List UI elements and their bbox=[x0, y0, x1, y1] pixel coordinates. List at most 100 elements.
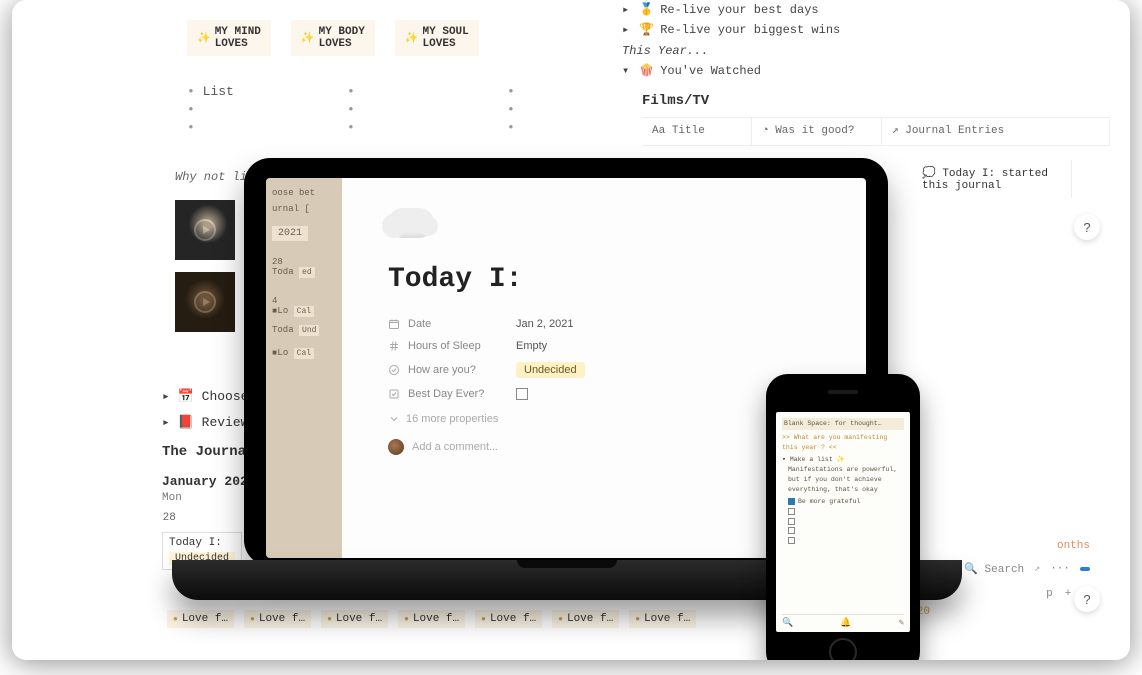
love-chip: Love f… bbox=[321, 610, 388, 628]
phone-line: everything, that's okay bbox=[782, 485, 904, 495]
checkbox-icon[interactable] bbox=[788, 537, 795, 544]
love-chip: Love f… bbox=[475, 610, 542, 628]
search-button[interactable]: 🔍 Search bbox=[964, 562, 1024, 576]
mini-row: Toda Und bbox=[272, 325, 336, 336]
mind-loves-header: ✨MY MIND LOVES bbox=[187, 20, 271, 56]
hash-icon bbox=[388, 340, 400, 352]
add-row[interactable]: + bbox=[1065, 588, 1072, 600]
checked-box-icon[interactable] bbox=[788, 498, 795, 505]
home-button[interactable] bbox=[829, 638, 857, 660]
sparkle-icon: ✨ bbox=[405, 31, 419, 45]
how-value[interactable]: Undecided bbox=[516, 362, 585, 378]
checkbox-icon[interactable] bbox=[788, 527, 795, 534]
love-chip: Love f… bbox=[167, 610, 234, 628]
col-good[interactable]: ◔ Was it good? bbox=[752, 118, 882, 145]
sparkle-icon: ✨ bbox=[197, 31, 211, 45]
album-thumbnail[interactable] bbox=[175, 200, 235, 260]
list-item[interactable] bbox=[187, 120, 287, 134]
phone-speaker bbox=[828, 390, 858, 394]
nav-choose[interactable]: 📅 Choose bbox=[162, 384, 248, 410]
list-item[interactable] bbox=[507, 120, 607, 134]
mini-row: 28 Toda ed bbox=[272, 257, 336, 278]
prop-date[interactable]: Date Jan 2, 2021 bbox=[388, 313, 826, 335]
films-header: Films/TV bbox=[642, 90, 1110, 114]
body-loves-list[interactable] bbox=[347, 84, 447, 138]
phone-line: >> What are you manifesting bbox=[782, 433, 904, 443]
phone-toggle-line[interactable]: ▾ Make a list ✨ bbox=[782, 455, 904, 465]
search-icon[interactable]: 🔍 bbox=[782, 618, 793, 628]
sidebar-fragment: urnal [ bbox=[272, 204, 336, 214]
prop-howareyou[interactable]: How are you? Undecided bbox=[388, 357, 826, 383]
dow-label: Mon bbox=[162, 492, 182, 504]
album-art bbox=[175, 200, 235, 260]
phone-checklist-item[interactable] bbox=[782, 527, 904, 537]
phone-line: this year ? << bbox=[782, 443, 904, 453]
phone-checklist-item[interactable] bbox=[782, 536, 904, 546]
nav-review[interactable]: 📕 Review bbox=[162, 410, 248, 436]
help-button[interactable]: ? bbox=[1074, 214, 1100, 240]
phone-line: Manifestations are powerful, bbox=[782, 465, 904, 475]
date-28[interactable]: 28 bbox=[162, 512, 176, 524]
laptop-sidebar: oose bet urnal [ 2021 28 Toda ed 4 ◾Lo C… bbox=[266, 178, 342, 558]
checkbox-icon[interactable] bbox=[788, 518, 795, 525]
this-year-heading: This Year... bbox=[622, 41, 1110, 61]
phone-checklist-item[interactable] bbox=[782, 507, 904, 517]
body-loves-header: ✨MY BODY LOVES bbox=[291, 20, 375, 56]
love-chip: Love f… bbox=[629, 610, 696, 628]
mind-loves-list[interactable]: List bbox=[187, 84, 287, 138]
col-entries[interactable]: ↗ Journal Entries bbox=[882, 118, 1110, 145]
list-item[interactable]: List bbox=[187, 84, 287, 98]
year-pill[interactable]: 2021 bbox=[272, 226, 308, 241]
phone-line[interactable]: Blank Space: for thought… bbox=[782, 418, 904, 430]
films-table-header: Aa Title ◔ Was it good? ↗ Journal Entrie… bbox=[642, 117, 1110, 146]
loves-headers: ✨MY MIND LOVES ✨MY BODY LOVES ✨MY SOUL L… bbox=[187, 20, 479, 56]
select-icon bbox=[388, 364, 400, 376]
phone-checklist-item[interactable]: Be more grateful bbox=[782, 497, 904, 507]
love-feelings-row: Love f… Love f… Love f… Love f… Love f… … bbox=[167, 610, 696, 628]
laptop-notch bbox=[517, 560, 617, 568]
bestday-checkbox[interactable] bbox=[516, 388, 528, 400]
checkbox-icon[interactable] bbox=[788, 508, 795, 515]
calendar-fragment: Mon 28 bbox=[162, 492, 182, 524]
months-label[interactable]: onths bbox=[1057, 540, 1090, 552]
relive-biggest-wins[interactable]: 🏆 Re-live your biggest wins bbox=[622, 20, 1110, 40]
list-item[interactable] bbox=[507, 84, 607, 98]
right-meta: onths bbox=[1057, 540, 1090, 552]
list-item[interactable] bbox=[347, 120, 447, 134]
sleep-value[interactable]: Empty bbox=[516, 340, 547, 352]
journal-heading: The Journa bbox=[162, 444, 246, 460]
add-comment[interactable]: Add a comment... bbox=[388, 439, 826, 455]
phone-checklist-item[interactable] bbox=[782, 517, 904, 527]
new-indicator[interactable] bbox=[1080, 567, 1090, 571]
expand-icon[interactable]: ↗ bbox=[1034, 563, 1040, 575]
loves-lists: List bbox=[187, 84, 607, 138]
soul-loves-header: ✨MY SOUL LOVES bbox=[395, 20, 479, 56]
album-thumbnail[interactable] bbox=[175, 272, 235, 332]
page-title[interactable]: Today I: bbox=[388, 264, 826, 295]
relive-best-days[interactable]: 🥇 Re-live your best days bbox=[622, 0, 1110, 20]
list-item[interactable] bbox=[187, 102, 287, 116]
prop-sleep[interactable]: Hours of Sleep Empty bbox=[388, 335, 826, 357]
sidebar-fragment: oose bet bbox=[272, 188, 336, 198]
month-heading: January 2021 bbox=[162, 474, 256, 489]
today-card-title: Today I: bbox=[169, 537, 222, 549]
date-value[interactable]: Jan 2, 2021 bbox=[516, 318, 574, 330]
help-button[interactable]: ? bbox=[1074, 586, 1100, 612]
more-properties[interactable]: 16 more properties bbox=[388, 413, 826, 425]
phone-mockup: Blank Space: for thought… >> What are yo… bbox=[766, 374, 920, 660]
prop-bestday[interactable]: Best Day Ever? bbox=[388, 383, 826, 405]
col-title[interactable]: Aa Title bbox=[642, 118, 752, 145]
list-item[interactable] bbox=[347, 84, 447, 98]
soul-loves-list[interactable] bbox=[507, 84, 607, 138]
youve-watched[interactable]: 🍿 You've Watched bbox=[622, 61, 1110, 81]
list-item[interactable] bbox=[507, 102, 607, 116]
notifications-icon[interactable]: 🔔 bbox=[840, 618, 851, 628]
avatar bbox=[388, 439, 404, 455]
list-item[interactable] bbox=[347, 102, 447, 116]
compose-icon[interactable]: ✎ bbox=[899, 618, 904, 628]
phone-screen: Blank Space: for thought… >> What are yo… bbox=[776, 412, 910, 632]
thought-bubble-icon[interactable] bbox=[388, 208, 434, 238]
right-column: 🥇 Re-live your best days 🏆 Re-live your … bbox=[622, 0, 1110, 146]
journal-entry-link[interactable]: 💭 Today I: started this journal bbox=[912, 160, 1072, 198]
calendar-icon bbox=[388, 318, 400, 330]
